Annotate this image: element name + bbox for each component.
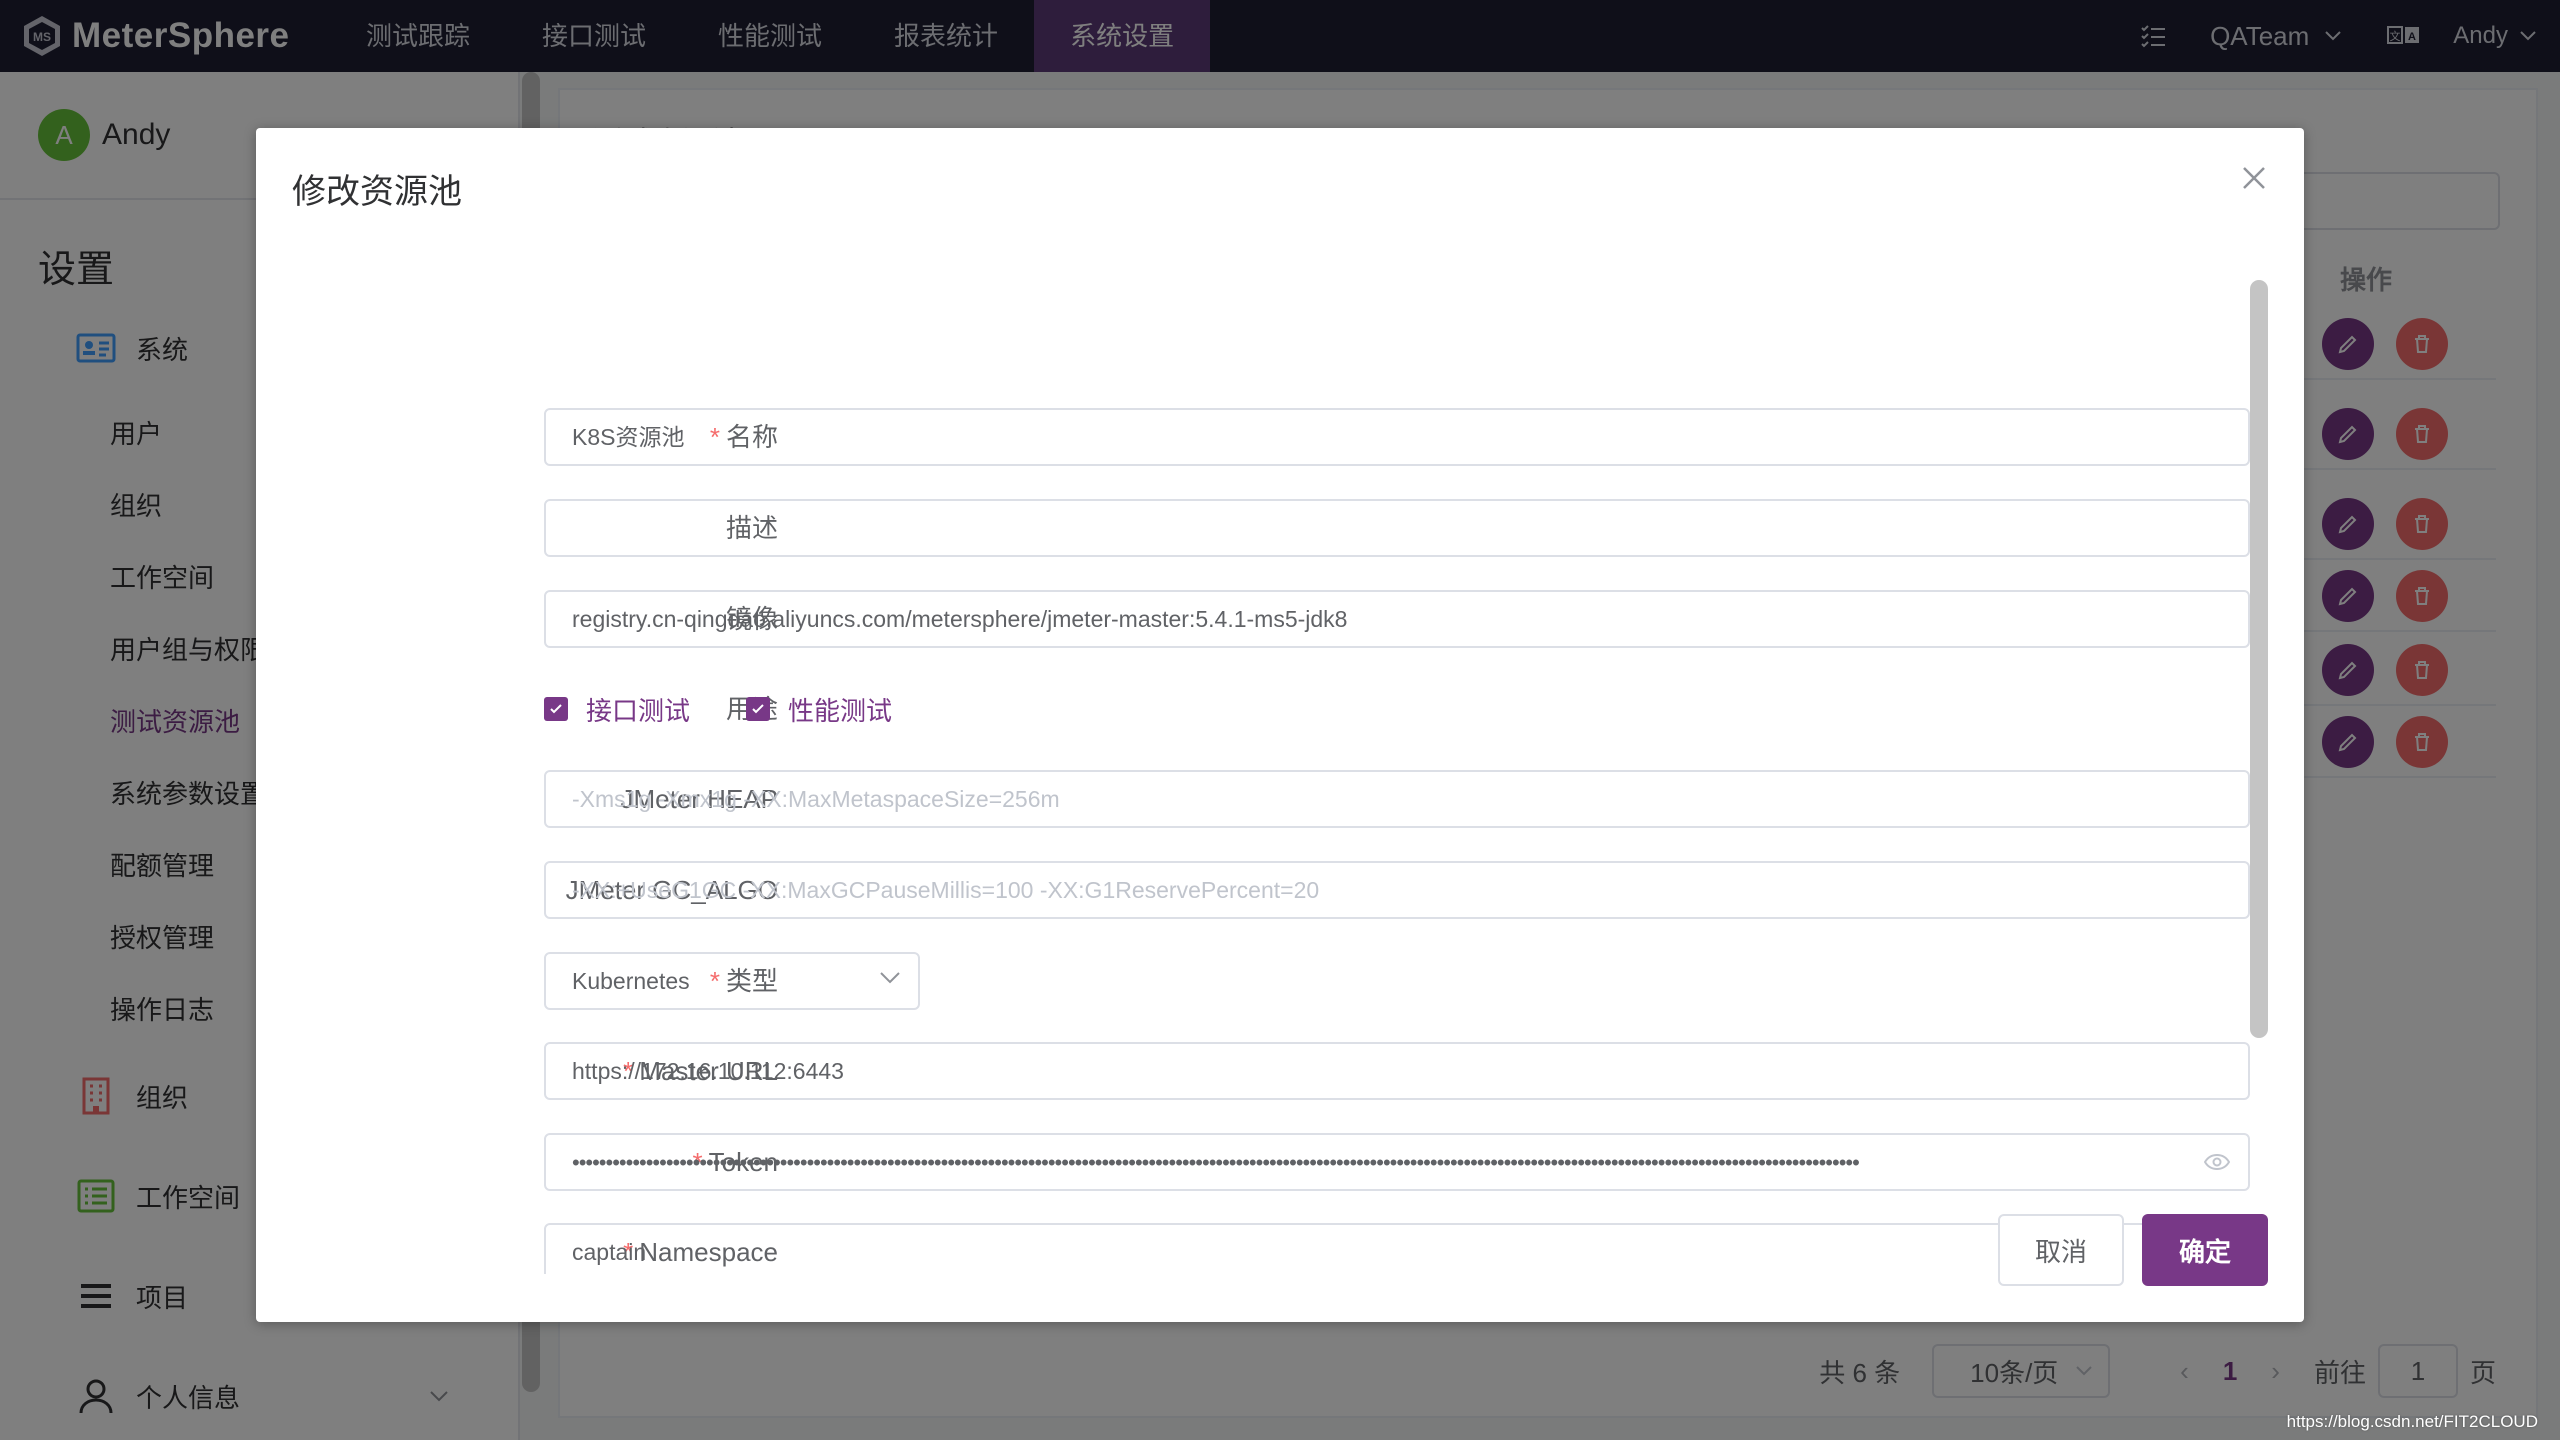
checkbox-label: 接口测试 [586,695,691,726]
form-row-name: * 名称 K8S资源池 [256,408,2256,466]
dialog-footer: 取消 确定 [1998,1214,2268,1286]
confirm-button[interactable]: 确定 [2142,1214,2268,1286]
token-masked-value: ••••••••••••••••••••••••••••••••••••••••… [572,1150,1860,1175]
dialog-scrollbar[interactable] [2250,280,2268,1038]
checkbox-checked-icon [544,697,568,721]
type-select-value: Kubernetes [572,968,690,994]
close-icon[interactable] [2240,164,2268,192]
form-row-description: 描述 [256,499,2256,557]
form-row-master-url: * Master URL https://172.16.10.112:6443 [256,1042,2256,1100]
form-row-jmeter-heap: JMeter HEAP -Xms1g -Xmx1g -XX:MaxMetaspa… [256,770,2256,828]
dialog-form: * 名称 K8S资源池 描述 镜像 registry.cn-qingdao.ali… [256,278,2304,1274]
form-row-jmeter-gc: JMeter GC_ALGO -XX:+UseG1GC -XX:MaxGCPau… [256,861,2256,919]
master-url-input[interactable]: https://172.16.10.112:6443 [544,1042,2250,1100]
jmeter-gc-input[interactable]: -XX:+UseG1GC -XX:MaxGCPauseMillis=100 -X… [544,861,2250,919]
image-input[interactable]: registry.cn-qingdao.aliyuncs.com/metersp… [544,590,2250,648]
usage-api-test-checkbox[interactable]: 接口测试 [544,691,690,728]
chevron-down-icon [880,972,900,984]
usage-performance-test-checkbox[interactable]: 性能测试 [746,691,892,728]
usage-checkbox-group: 接口测试 性能测试 [544,680,948,738]
form-row-image: 镜像 registry.cn-qingdao.aliyuncs.com/mete… [256,590,2256,648]
token-input[interactable]: ••••••••••••••••••••••••••••••••••••••••… [544,1133,2250,1191]
checkbox-label: 性能测试 [788,695,893,726]
form-row-usage: 用途 接口测试 性能测试 [256,680,2256,738]
form-row-type: * 类型 Kubernetes [256,952,2256,1010]
watermark: https://blog.csdn.net/FIT2CLOUD [2286,1412,2538,1431]
form-clip: * Namespace captain [256,1223,2256,1274]
jmeter-heap-input[interactable]: -Xms1g -Xmx1g -XX:MaxMetaspaceSize=256m [544,770,2250,828]
form-row-namespace: * Namespace captain [256,1223,2256,1274]
name-input[interactable]: K8S资源池 [544,408,2250,466]
description-input[interactable] [544,499,2250,557]
checkbox-checked-icon [746,697,771,721]
type-select[interactable]: Kubernetes [544,952,920,1010]
eye-icon[interactable] [2204,1153,2230,1171]
dialog-title: 修改资源池 [292,173,462,211]
namespace-input[interactable]: captain [544,1223,2250,1274]
edit-resource-pool-dialog: 修改资源池 * 名称 K8S资源池 描述 镜像 registry.cn-qingd… [256,128,2304,1322]
cancel-button[interactable]: 取消 [1998,1214,2124,1286]
form-row-token: * Token •••••••••••••••••••••••••••••••••… [256,1133,2256,1191]
